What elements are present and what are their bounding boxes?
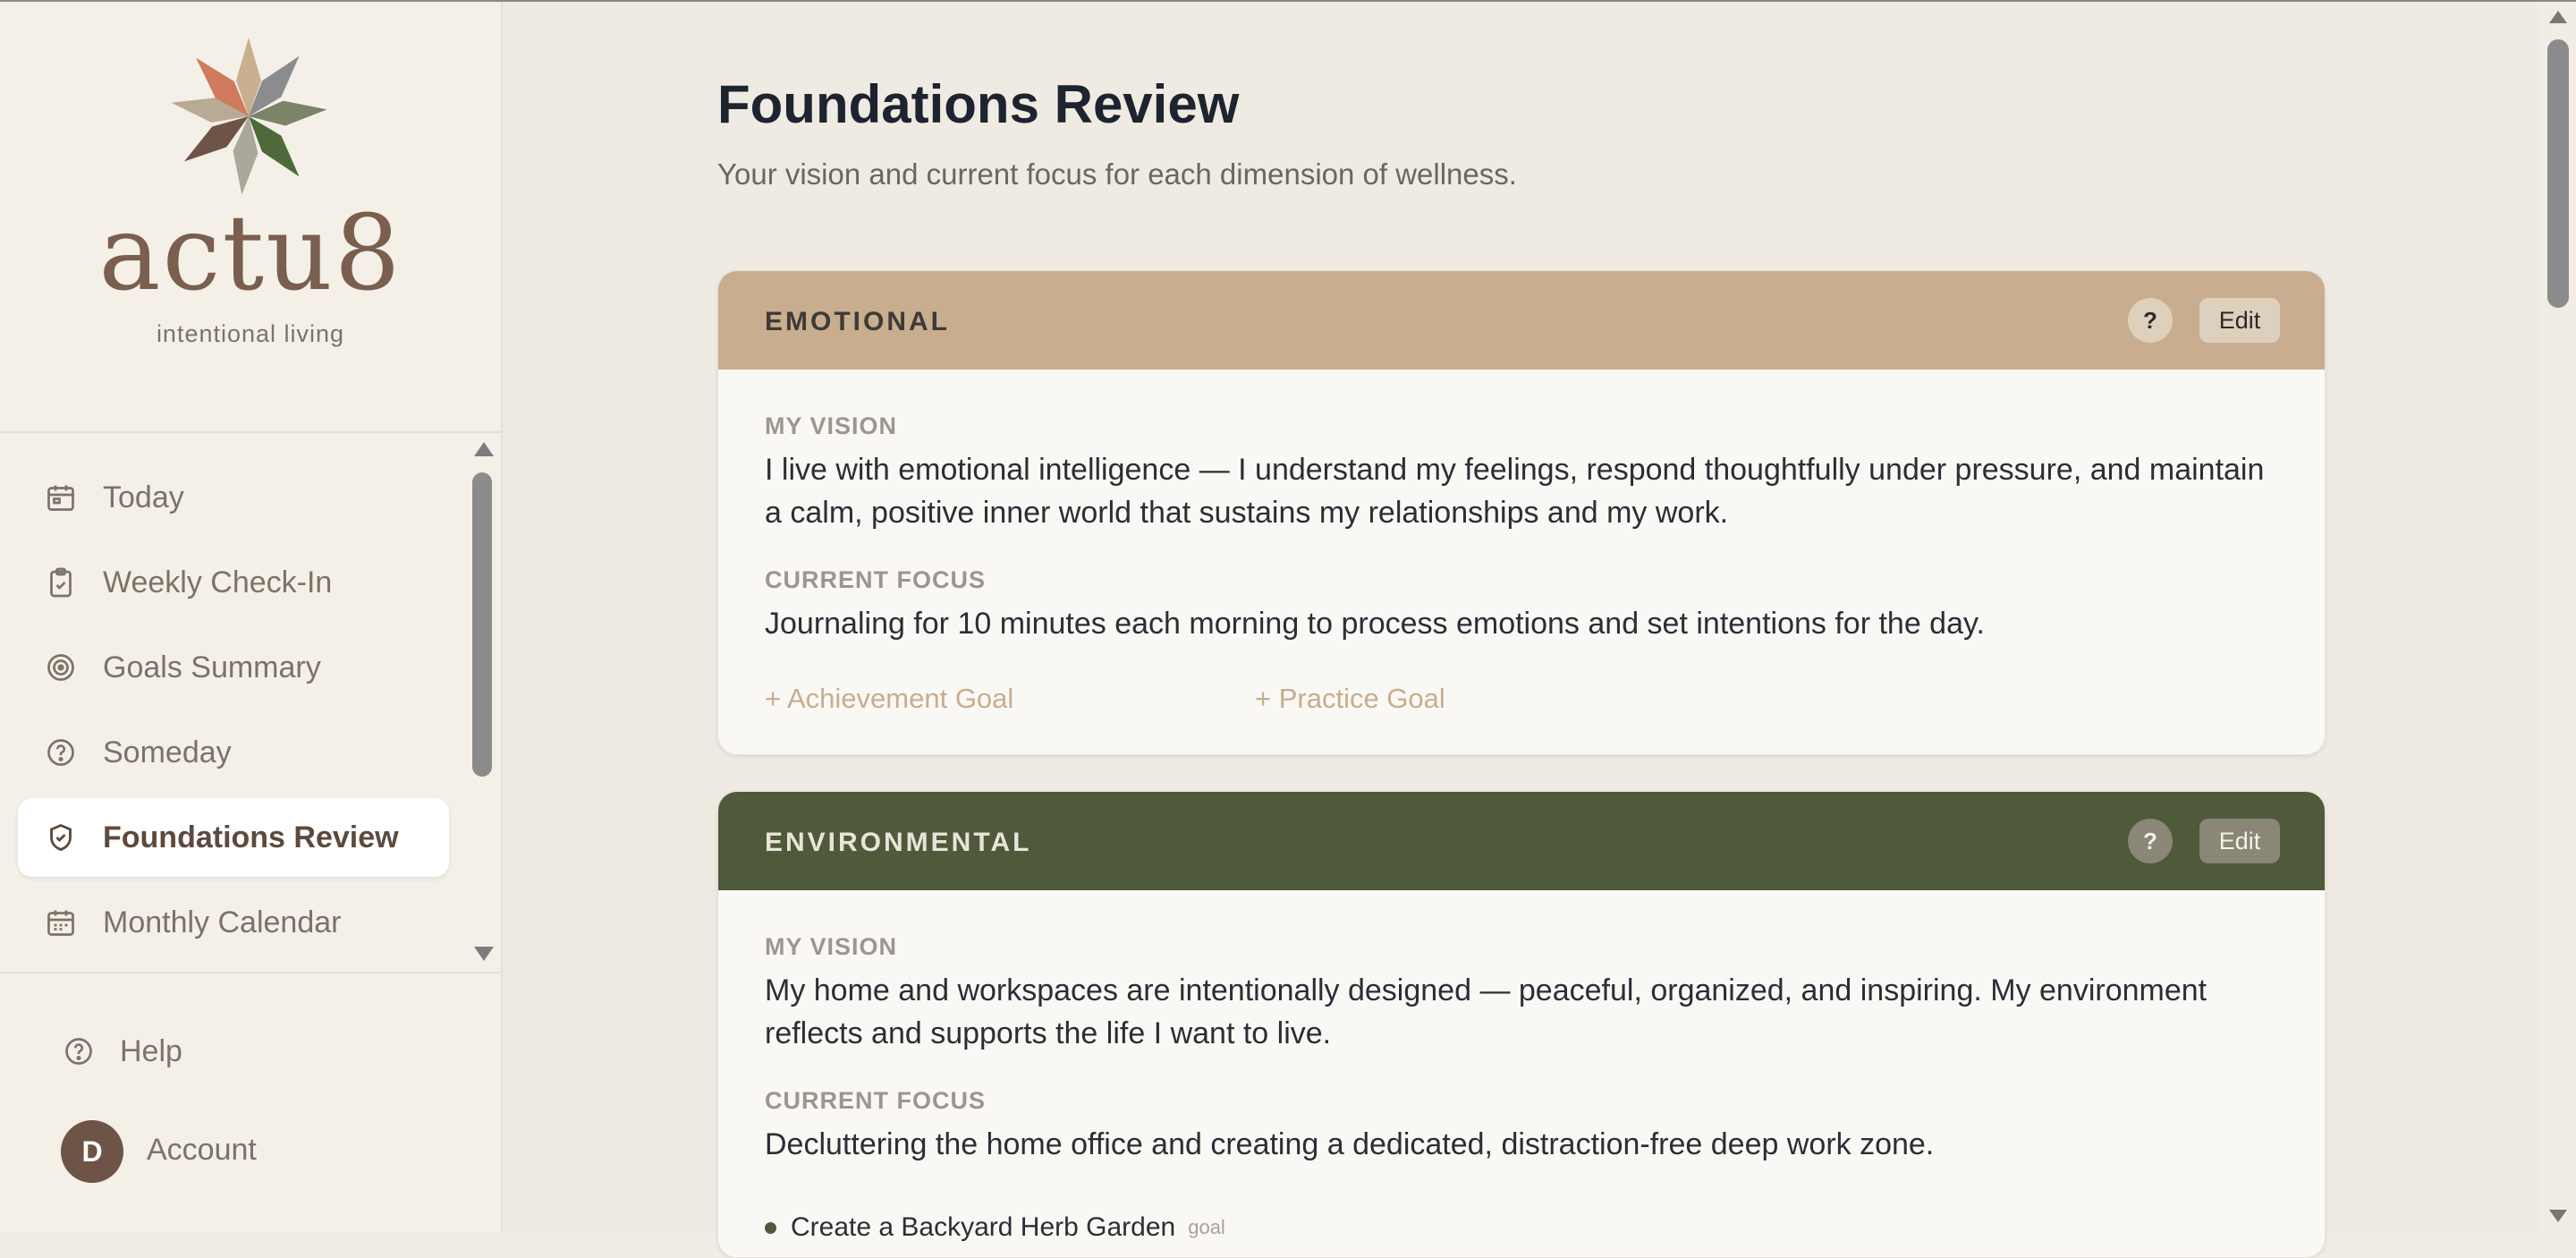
nav-item-weekly-check-in[interactable]: Weekly Check-In: [18, 543, 449, 622]
sidebar-scrollbar[interactable]: [467, 435, 499, 972]
help-label: Help: [120, 1033, 182, 1068]
page-title: Foundations Review: [717, 74, 1240, 134]
logo-mark-icon: [171, 38, 327, 195]
foundation-card-environmental: ENVIRONMENTAL ? Edit MY VISION My home a…: [717, 791, 2326, 1258]
help-link[interactable]: Help: [36, 1020, 394, 1083]
nav-label: Monthly Calendar: [103, 905, 342, 939]
avatar: D: [61, 1120, 123, 1183]
card-edit-button[interactable]: Edit: [2199, 819, 2280, 863]
goal-item[interactable]: Create a Backyard Herb Garden goal: [765, 1212, 1225, 1243]
card-help-button[interactable]: ?: [2128, 819, 2173, 863]
nav-item-today[interactable]: Today: [18, 458, 449, 537]
add-achievement-goal-button[interactable]: + Achievement Goal: [765, 683, 1013, 715]
scrollbar-thumb[interactable]: [2547, 39, 2569, 308]
focus-label: CURRENT FOCUS: [765, 566, 986, 593]
card-title: EMOTIONAL: [765, 307, 950, 336]
card-title: ENVIRONMENTAL: [765, 828, 1032, 857]
card-help-button[interactable]: ?: [2128, 298, 2173, 343]
focus-text: Decluttering the home office and creatin…: [765, 1127, 1935, 1161]
foundation-card-emotional: EMOTIONAL ? Edit MY VISION I live with e…: [717, 270, 2326, 755]
nav-item-monthly-calendar[interactable]: Monthly Calendar: [18, 883, 449, 962]
calendar-grid-icon: [43, 905, 79, 940]
nav-list: Today Weekly Check-In Goals Summary Some…: [0, 435, 465, 972]
brand-tagline: intentional living: [156, 320, 345, 347]
focus-text: Journaling for 10 minutes each morning t…: [765, 607, 1985, 641]
scroll-down-arrow-icon[interactable]: [474, 947, 494, 961]
target-icon: [43, 650, 79, 685]
main-scrollbar[interactable]: [2540, 2, 2576, 1233]
scroll-up-arrow-icon[interactable]: [2549, 11, 2567, 23]
nav-item-someday[interactable]: Someday: [18, 713, 449, 792]
main-content: Foundations Review Your vision and curre…: [503, 2, 2540, 1258]
nav-label: Today: [103, 480, 184, 514]
goal-title: Create a Backyard Herb Garden: [791, 1212, 1176, 1242]
divider: [0, 431, 501, 433]
account-link[interactable]: D Account: [36, 1117, 394, 1185]
focus-label: CURRENT FOCUS: [765, 1087, 986, 1114]
help-circle-icon: [61, 1033, 97, 1069]
vision-text: My home and workspaces are intentionally…: [765, 973, 2207, 1050]
question-circle-icon: [43, 735, 79, 770]
add-practice-goal-button[interactable]: + Practice Goal: [1255, 683, 1445, 715]
brand-area: actu8 intentional living: [0, 2, 501, 431]
clipboard-check-icon: [43, 565, 79, 600]
divider: [0, 972, 501, 973]
card-header: ENVIRONMENTAL ? Edit: [718, 792, 2325, 890]
nav-item-goals-summary[interactable]: Goals Summary: [18, 628, 449, 707]
vision-label: MY VISION: [765, 412, 898, 439]
sidebar: actu8 intentional living Today Weekly Ch…: [0, 2, 503, 1233]
nav-label: Foundations Review: [103, 820, 399, 854]
brand-name: actu8: [98, 193, 402, 314]
card-edit-button[interactable]: Edit: [2199, 298, 2280, 343]
scroll-down-arrow-icon[interactable]: [2549, 1210, 2567, 1222]
scrollbar-thumb[interactable]: [472, 472, 492, 777]
card-header: EMOTIONAL ? Edit: [718, 271, 2325, 370]
page-subtitle: Your vision and current focus for each d…: [717, 157, 1517, 191]
nav-label: Goals Summary: [103, 650, 321, 684]
scroll-up-arrow-icon[interactable]: [474, 442, 494, 456]
account-label: Account: [147, 1133, 257, 1167]
goal-tag: goal: [1188, 1216, 1225, 1238]
shield-check-icon: [43, 820, 79, 855]
vision-text: I live with emotional intelligence — I u…: [765, 453, 2265, 530]
vision-label: MY VISION: [765, 933, 898, 960]
nav-label: Weekly Check-In: [103, 565, 333, 599]
nav-label: Someday: [103, 735, 232, 769]
nav-item-foundations-review[interactable]: Foundations Review: [18, 798, 449, 877]
calendar-icon: [43, 480, 79, 515]
bullet-dot-icon: [765, 1221, 776, 1234]
